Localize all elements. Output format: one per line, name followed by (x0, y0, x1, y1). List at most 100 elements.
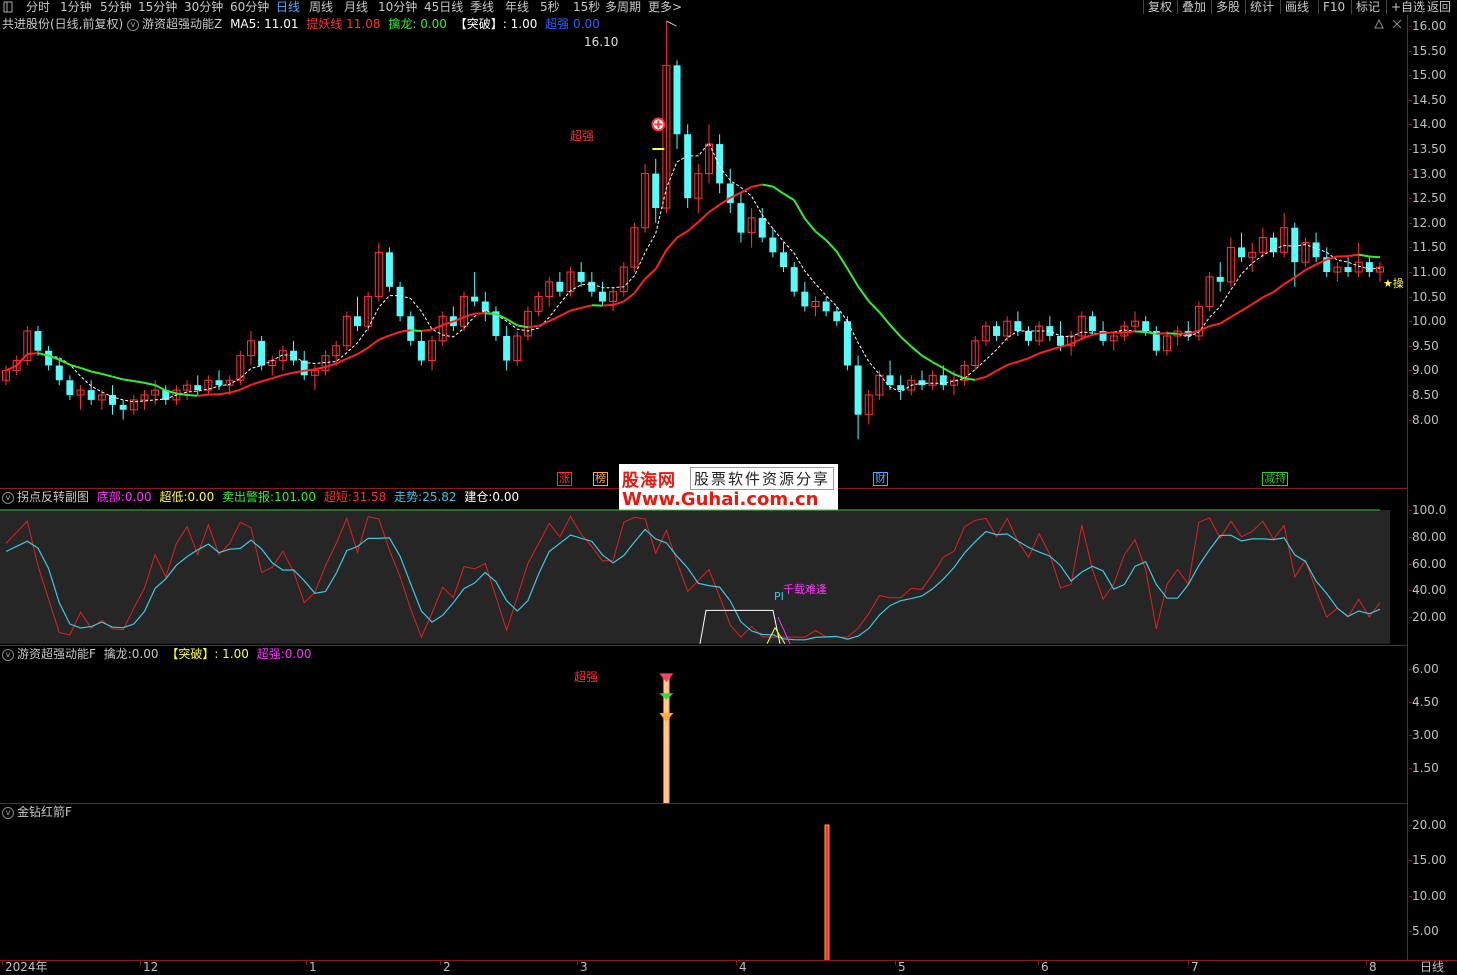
collapse-icon[interactable]: v (2, 806, 14, 819)
tiyao-line-segment (921, 354, 934, 363)
tiyao-line-segment (612, 300, 625, 306)
panel-toggle-icon[interactable] (2, 0, 14, 15)
signal-tag: 超强 (574, 670, 599, 684)
red-arrow-bar (824, 824, 830, 960)
date-tick (1038, 960, 1039, 965)
tiyao-line-segment (271, 373, 284, 380)
candle-body (1269, 237, 1277, 253)
chaoduan-value: 31.58 (351, 490, 387, 504)
chaoqiang-value: 0.00 (573, 17, 600, 31)
tiyao-line-segment (878, 311, 891, 326)
period-tab[interactable]: 60分钟 (230, 0, 269, 15)
period-tab[interactable]: 年线 (505, 0, 529, 15)
tiyao-label: 提妖线 (306, 17, 343, 31)
period-tab[interactable]: 15分钟 (138, 0, 177, 15)
toolbar-button[interactable]: 标记 (1351, 0, 1384, 14)
period-tab[interactable]: 日线 (276, 0, 300, 15)
collapse-icon[interactable]: v (127, 18, 140, 31)
candle-body (801, 291, 809, 307)
period-tab[interactable]: 15秒 (573, 0, 600, 15)
toolbar-button[interactable]: 统计 (1245, 0, 1278, 14)
tiyao-line-segment (654, 249, 668, 270)
axis-label: 13.00 (1412, 166, 1447, 181)
reversal-indicator-chart[interactable] (0, 489, 1407, 645)
main-legend: 共进股份(日线,前复权) v 游资超强动能Z MA5: 11.01 提妖线 11.… (2, 16, 600, 32)
tiyao-line-segment (250, 380, 262, 386)
period-tab[interactable]: 5秒 (540, 0, 560, 15)
tiyao-line-segment (1262, 291, 1274, 299)
toolbar-button[interactable]: F10 (1318, 0, 1349, 14)
axis-label: 10.00 (1412, 314, 1447, 329)
period-tab[interactable]: 30分钟 (184, 0, 223, 15)
period-tab[interactable]: 季线 (470, 0, 494, 15)
candle-body (769, 237, 777, 253)
candle-body (34, 331, 42, 351)
date-tick (577, 960, 578, 965)
period-tab[interactable]: 5分钟 (100, 0, 132, 15)
tiyao-line-segment (751, 183, 763, 188)
toolbar-button[interactable]: 多股 (1211, 0, 1244, 14)
tiyao-line-segment (793, 199, 806, 220)
chaoduan-label: 超短: (323, 490, 352, 504)
event-marker[interactable]: 减持 (1262, 472, 1288, 486)
sub3-legend: v 金钻红箭F (2, 804, 72, 820)
tiyao-line-segment (1049, 345, 1061, 351)
event-marker[interactable]: 财 (873, 472, 888, 486)
toolbar-button[interactable]: 复权 (1143, 0, 1176, 14)
period-tab[interactable]: 10分钟 (378, 0, 417, 15)
period-tab[interactable]: 周线 (309, 0, 333, 15)
tiyao-line-segment (1369, 255, 1381, 259)
tiyao-line-segment (15, 353, 29, 367)
event-marker[interactable]: 榜 (593, 472, 608, 486)
period-tab[interactable]: 更多> (648, 0, 682, 15)
toolbar-button[interactable]: 叠加 (1177, 0, 1210, 14)
period-tab[interactable]: 多周期 (605, 0, 641, 15)
axis-label: 1.50 (1412, 761, 1439, 775)
tiyao-line-segment (389, 330, 401, 337)
momentum-indicator-chart[interactable] (0, 646, 1407, 803)
tiyao-line-segment (239, 383, 252, 391)
toolbar-button[interactable]: 返回 (1422, 0, 1455, 14)
event-marker[interactable]: 涨 (557, 472, 572, 486)
axis-label: 15.50 (1412, 43, 1447, 58)
tiyao-line-segment (69, 363, 81, 369)
tiyao-line-segment (846, 268, 859, 287)
period-tab[interactable]: 45日线 (424, 0, 463, 15)
toolbar-button[interactable]: 画线 (1280, 0, 1313, 14)
qinlong-value: 0.00 (131, 647, 159, 661)
candle-body (1056, 335, 1064, 346)
tiyao-line-segment (708, 203, 721, 214)
tiyao-line-segment (868, 300, 881, 313)
arrow-indicator-chart[interactable] (0, 804, 1407, 960)
panel-settings-icon[interactable] (1373, 18, 1403, 33)
sub1-axis: 100.0 80.00 60.00 40.00 20.00 (1409, 489, 1457, 645)
axis-label: 14.50 (1412, 92, 1447, 107)
candle-body (1025, 331, 1033, 341)
candle-body (1344, 267, 1352, 272)
peak-price-label: 16.10 (584, 35, 619, 49)
period-tab[interactable]: 月线 (344, 0, 368, 15)
sub3-axis: 20.00 15.00 10.00 5.00 (1409, 804, 1457, 960)
tiyao-line-segment (144, 381, 156, 387)
candle-body (833, 311, 841, 322)
axis-label: 4.50 (1412, 695, 1439, 709)
date-tick (306, 960, 307, 965)
period-tab[interactable]: 分时 (26, 0, 50, 15)
candle-body (385, 252, 393, 287)
axis-label: 12.50 (1412, 191, 1447, 206)
collapse-icon[interactable]: v (2, 491, 14, 504)
axis-label: 12.00 (1412, 215, 1447, 230)
candlestick-chart[interactable] (0, 16, 1407, 488)
period-tab[interactable]: 1分钟 (60, 0, 92, 15)
period-toolbar: 分时 1分钟 5分钟 15分钟 30分钟 60分钟 日线 周线 月线 10分钟 45日线 季线 年线 5秒… (0, 0, 1457, 15)
candle-body (822, 301, 830, 312)
collapse-icon[interactable]: v (2, 648, 14, 661)
tiyao-line-segment (985, 369, 998, 378)
tiyao-line-segment (1070, 337, 1083, 345)
candle-body (1088, 316, 1096, 332)
tiyao-line-segment (932, 361, 944, 369)
axis-label: 60.00 (1412, 556, 1447, 571)
chaodi-value: 0.00 (187, 490, 215, 504)
sub2-legend: v 游资超强动能F 擒龙:0.00 【突破】: 1.00 超强:0.00 (2, 646, 312, 662)
tiyao-line-segment (804, 217, 817, 233)
